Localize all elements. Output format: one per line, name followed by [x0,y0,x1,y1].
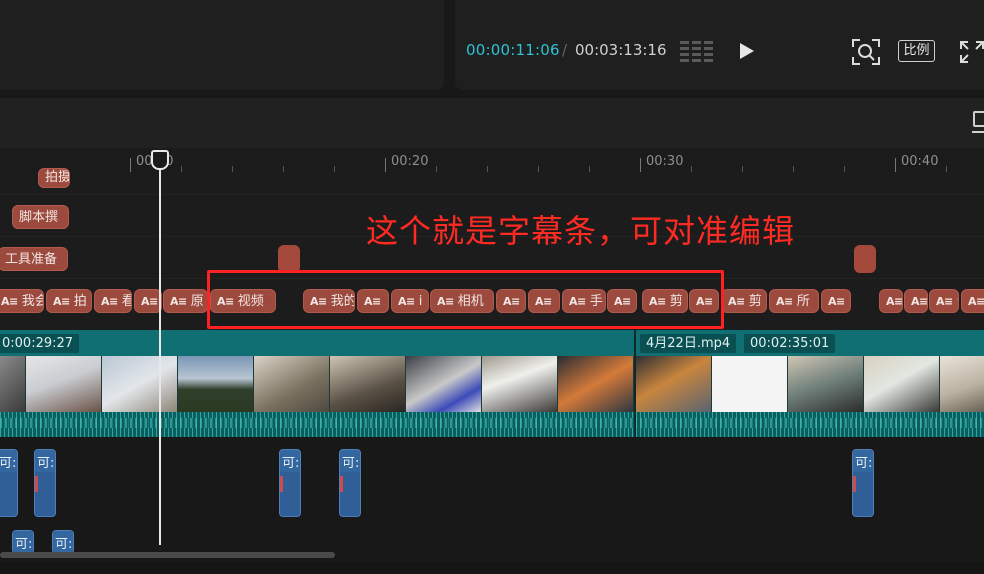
subtitle-clip[interactable]: A≡ 剪 [721,289,767,313]
text-clip[interactable]: 脚本撰 [12,205,69,229]
subtitle-clip[interactable]: A≡我会 [0,289,44,313]
total-timecode: 00:03:13:16 [575,41,667,59]
subtitle-clip[interactable]: A≡ [961,289,984,313]
ruler-label: 00:40 [901,154,939,169]
subtitle-clip[interactable]: A≡ 原 [163,289,208,313]
clip-boundary [634,330,636,437]
monitor-icon[interactable] [971,110,984,138]
video-track-header[interactable] [0,330,984,356]
subtitle-clip[interactable]: A≡会拍 [929,289,959,313]
subtitle-clip[interactable]: A≡ [821,289,851,313]
keyframe-marker[interactable] [854,245,876,273]
subtitle-clip[interactable]: A≡ [879,289,903,313]
audio-clip[interactable]: 可: [52,530,74,554]
video-thumbnails[interactable] [0,356,984,412]
audio-clip[interactable]: 可: [279,449,301,517]
audio-clip[interactable]: 可: [852,449,874,517]
subtitle-clip[interactable]: A≡ [134,289,162,313]
waveform-view-icon[interactable] [680,40,714,66]
text-clip[interactable]: 工具准备 [0,247,68,271]
annotation-text: 这个就是字幕条，可对准编辑 [366,212,796,250]
subtitle-clip[interactable]: A≡看 [94,289,132,313]
annotation-highlight-box [207,270,724,329]
clip-duration: 0:00:29:27 [0,334,80,353]
play-icon[interactable] [739,42,755,64]
audio-clip[interactable]: 可: [339,449,361,517]
audio-clip[interactable]: 可: [0,449,18,517]
audio-clip[interactable]: 可: [12,530,34,554]
current-timecode: 00:00:11:06 [466,41,560,59]
ruler-label: 00:20 [391,154,429,169]
timecode-separator: / [562,41,568,59]
timeline-toolbar [0,98,984,148]
playhead-line[interactable] [159,160,161,545]
keyframe-marker[interactable] [278,245,300,273]
audio-clip[interactable]: 可: [34,449,56,517]
clip-duration: 00:02:35:01 [744,334,836,353]
fullscreen-icon[interactable] [960,41,984,67]
text-clip[interactable]: 拍摄 [38,168,70,188]
playhead-handle[interactable] [151,150,169,170]
ruler-label: 00:30 [646,154,684,169]
time-ruler[interactable]: 00:00 00:20 00:30 00:40 [0,148,984,172]
zoom-fit-icon[interactable] [852,39,880,69]
subtitle-clip[interactable]: A≡ 所 [769,289,819,313]
subtitle-clip[interactable]: A≡ 拍 [46,289,92,313]
ratio-button[interactable]: 比例 [898,40,935,62]
media-panel [0,0,444,90]
horizontal-scrollbar[interactable] [0,552,335,558]
clip-name: 4月22日.mp4 [640,334,737,353]
subtitle-clip[interactable]: A≡ [904,289,928,313]
